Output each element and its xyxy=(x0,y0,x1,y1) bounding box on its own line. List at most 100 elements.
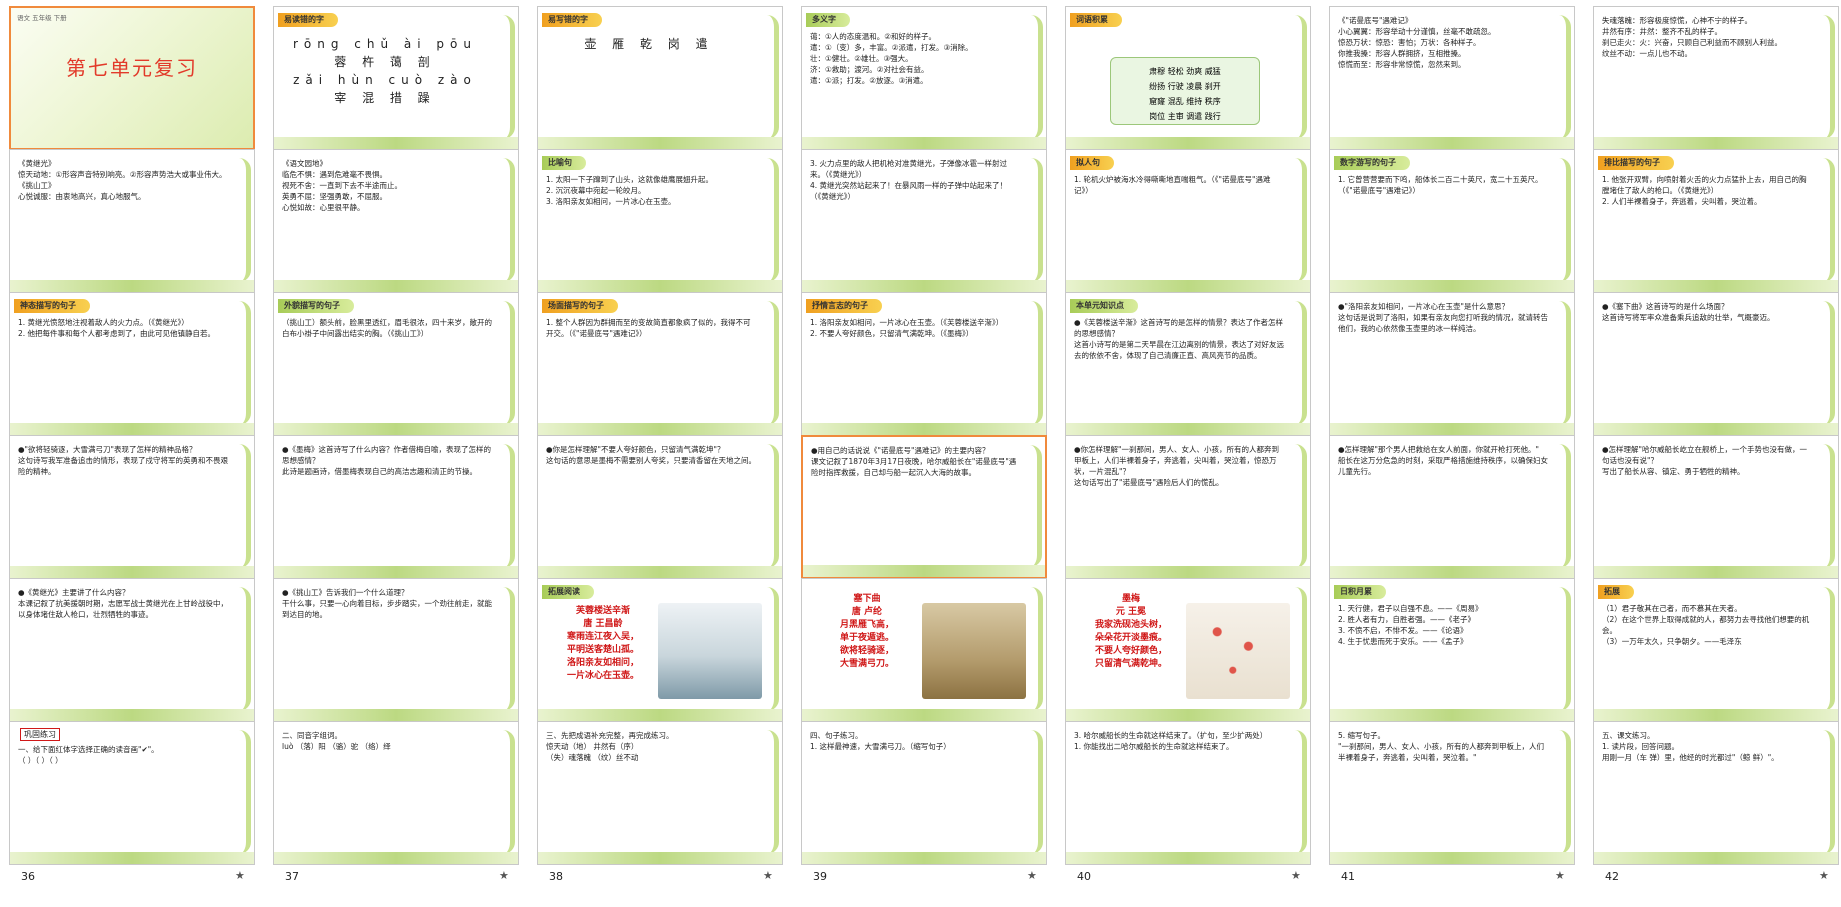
vine-decoration xyxy=(1025,730,1043,854)
grass-decoration xyxy=(10,852,254,864)
slide-thumbnail[interactable]: 二、同音字组词。 luò （落）阳 （骆）驼 （络）绎 xyxy=(273,721,519,865)
slide-number: 37 xyxy=(285,870,299,883)
slide-thumbnail[interactable]: ●《挑山工》告诉我们一个什么道理？ 干什么事，只要一心向着目标，步步踏实，一个劲… xyxy=(273,578,519,722)
slide-body-text: ●用自己的话说说《"诺曼底号"遇难记》的主要内容？ 课文记叙了1870年3月17… xyxy=(811,446,1017,477)
slide-thumbnail[interactable]: ●你怎样理解"一刹那间，男人、女人、小孩，所有的人都奔到甲板上，人们半裸着身子，… xyxy=(1065,435,1311,579)
grass-decoration xyxy=(1330,137,1574,149)
vine-decoration xyxy=(1817,730,1835,854)
slide-thumbnail[interactable]: 五、课文练习。 1. 读片段，回答问题。 用刚一月（车 弹）里，他经的时光都过"… xyxy=(1593,721,1839,865)
animation-star-icon[interactable]: ★ xyxy=(1291,869,1301,882)
grass-decoration xyxy=(802,709,1046,721)
slide-thumbnail[interactable]: 多义字 蔼：①人的态度温和。②和好的样子。 遣：①（变）多，丰富。②派遣，打发。③… xyxy=(801,6,1047,150)
vine-decoration xyxy=(233,730,251,854)
slide-thumbnail[interactable]: ●"洛阳亲友如相问，一片冰心在玉壶"是什么意思？ 这句话是说到了洛阳，如果有亲友… xyxy=(1329,292,1575,436)
slide-body-text: ●《芙蓉楼送辛渐》这首诗写的是怎样的情景？表达了作者怎样的思想感情？ 这首小诗写… xyxy=(1074,318,1284,360)
slide-section-tag: 抒情言志的句子 xyxy=(806,299,882,313)
slide-thumbnail[interactable]: ●《黄继光》主要讲了什么内容？ 本课记叙了抗美援朝时期，志愿军战士黄继光在上甘岭… xyxy=(9,578,255,722)
grass-decoration xyxy=(538,137,782,149)
grass-decoration xyxy=(274,852,518,864)
animation-star-icon[interactable]: ★ xyxy=(499,869,509,882)
slide-thumbnail[interactable]: 日积月累 1. 天行健，君子以自强不息。——《周易》 2. 胜人者有力，自胜者强。… xyxy=(1329,578,1575,722)
slide-thumbnail[interactable]: 巩固练习 一、给下面红体字选择正确的读音画"✔"。 （ ）（ ）（ ） xyxy=(9,721,255,865)
slide-thumbnail[interactable]: 比喻句 1. 太阳一下子蹿到了山头，这就像雄鹰展翅升起。 2. 沉沉夜幕中宛起一轮… xyxy=(537,149,783,293)
slide-section-tag: 神态描写的句子 xyxy=(14,299,90,313)
exercise-label: 巩固练习 xyxy=(20,728,60,741)
slide-body-text: ●《黄继光》主要讲了什么内容？ 本课记叙了抗美援朝时期，志愿军战士黄继光在上甘岭… xyxy=(18,588,228,619)
slide-thumbnail[interactable]: 神态描写的句子 1. 黄继光愤怒地注视着敌人的火力点。（《黄继光》） 2. 他把每… xyxy=(9,292,255,436)
slide-thumbnail[interactable]: ●用自己的话说说《"诺曼底号"遇难记》的主要内容？ 课文记叙了1870年3月17… xyxy=(801,435,1047,579)
slide-thumbnail[interactable]: 排比描写的句子 1. 他张开双臂，向喷射着火舌的火力点猛扑上去，用自己的胸膛堵住了… xyxy=(1593,149,1839,293)
grass-decoration xyxy=(1330,852,1574,864)
slide-body-text: 1. 太阳一下子蹿到了山头，这就像雄鹰展翅升起。 2. 沉沉夜幕中宛起一轮皎月。… xyxy=(546,175,714,206)
slide-body-text: 1. 黄继光愤怒地注视着敌人的火力点。（《黄继光》） 2. 他把每件事和每个人都… xyxy=(18,318,216,338)
grass-decoration xyxy=(1594,852,1838,864)
slide-body-text: ●"洛阳亲友如相问，一片冰心在玉壶"是什么意思？ 这句话是说到了洛阳，如果有亲友… xyxy=(1338,302,1548,333)
animation-star-icon[interactable]: ★ xyxy=(235,869,245,882)
slide-thumbnail[interactable]: 3. 火力点里的敌人把机枪对准黄继光，子弹像冰雹一样射过来。（《黄继光》） 4.… xyxy=(801,149,1047,293)
slide-thumbnail[interactable]: ●怎样理解"那个男人把救给在女人前面，你就开枪打死他。" 船长在这万分危急的时刻… xyxy=(1329,435,1575,579)
slide-thumbnail[interactable]: 四、句子练习。 1. 这样最神速，大雪满弓刀。（缩写句子） xyxy=(801,721,1047,865)
grass-decoration xyxy=(802,423,1046,435)
slide-thumbnail[interactable]: 词语积累 肃穆 轻松 劲爽 威猛 纷扬 行驶 凌晨 刹开 窟窿 混乱 维持 秩序 … xyxy=(1065,6,1311,150)
slide-thumbnail[interactable]: 语文 五年级 下册 第七单元复习 xyxy=(9,6,255,150)
animation-star-icon[interactable]: ★ xyxy=(1819,869,1829,882)
slide-body-text: 蔼：①人的态度温和。②和好的样子。 遣：①（变）多，丰富。②派遣，打发。③消除。… xyxy=(810,32,973,85)
slide-thumbnail[interactable]: ●怎样理解"哈尔威船长屹立在舰桥上，一个手势也没有做，一句话也没有说"？ 写出了… xyxy=(1593,435,1839,579)
animation-star-icon[interactable]: ★ xyxy=(1555,869,1565,882)
slide-thumbnail[interactable]: 易写错的字壶 雁 乾 岗 遣 xyxy=(537,6,783,150)
slide-thumbnail[interactable]: ●《墨梅》这首诗写了什么内容？作者借梅自喻，表现了怎样的思想感情？ 此诗是题画诗… xyxy=(273,435,519,579)
slide-thumbnail[interactable]: 外貌描写的句子 （挑山工）额头前，脸黑里透红，眉毛很浓，四十来岁，敞开的白布小褂子… xyxy=(273,292,519,436)
animation-star-icon[interactable]: ★ xyxy=(1027,869,1037,882)
slide-thumbnail[interactable]: 《"诺曼底号"遇难记》 小心翼翼：形容举动十分谨慎，丝毫不敢疏忽。 惊恐万状：惊… xyxy=(1329,6,1575,150)
vine-decoration xyxy=(497,15,515,139)
slide-thumbnail[interactable]: 塞下曲 唐 卢纶 月黑雁飞高， 单于夜遁逃。 欲将轻骑逐， 大雪满弓刀。 xyxy=(801,578,1047,722)
slide-body-text: ●《塞下曲》这首诗写的是什么场面？ 这首诗写将军率众准备乘兵追敌的壮举，气概豪迈… xyxy=(1602,302,1775,322)
grass-decoration xyxy=(274,137,518,149)
slide-thumbnail[interactable]: 《语文园地》 临危不惧：遇到危难毫不畏惧。 视死不舍：一直到下去不半途而止。 英… xyxy=(273,149,519,293)
vine-decoration xyxy=(761,15,779,139)
slide-thumbnail[interactable]: 3. 哈尔威船长的生命就这样结束了。（扩句，至少扩两处） 1. 你能找出二哈尔威… xyxy=(1065,721,1311,865)
slide-section-tag: 易写错的字 xyxy=(542,13,602,27)
slide-body-text: 《黄继光》 惊天动地：①形容声音特别响亮。②形容声势浩大或事业伟大。 《挑山工》… xyxy=(18,159,227,201)
animation-star-icon[interactable]: ★ xyxy=(763,869,773,882)
slide-thumbnail[interactable]: 本单元知识点 ●《芙蓉楼送辛渐》这首诗写的是怎样的情景？表达了作者怎样的思想感情？… xyxy=(1065,292,1311,436)
slide-thumbnail[interactable]: 失魂落魄：形容极度惊慌，心神不宁的样子。 井然有序：井然：整齐不乱的样子。 刹已… xyxy=(1593,6,1839,150)
slide-thumbnail[interactable]: 数字游写的句子 1. 它曾营营要而下鸣，船体长二百二十英尺，宽二十五英尺。（《"诺… xyxy=(1329,149,1575,293)
slide-slot: 四、句子练习。 1. 这样最神速，大雪满弓刀。（缩写句子） 39 ★ xyxy=(801,721,1065,889)
grass-decoration xyxy=(1594,137,1838,149)
grass-decoration xyxy=(1594,709,1838,721)
vine-decoration xyxy=(1289,587,1307,711)
slide-section-tag: 比喻句 xyxy=(542,156,586,170)
vine-decoration xyxy=(497,158,515,282)
slide-thumbnail[interactable]: 拟人句 1. 轮机火炉被海水冷得嘶嘶地直喘粗气。（《"诺曼底号"遇难记》） xyxy=(1065,149,1311,293)
vine-decoration xyxy=(1817,15,1835,139)
slide-body-text: 1. 天行健，君子以自强不息。——《周易》 2. 胜人者有力，自胜者强。——《老… xyxy=(1338,604,1483,646)
slide-thumbnail[interactable]: ●《塞下曲》这首诗写的是什么场面？ 这首诗写将军率众准备乘兵追敌的壮举，气概豪迈… xyxy=(1593,292,1839,436)
slide-thumbnail[interactable]: 抒情言志的句子 1. 洛阳亲友如相问，一片冰心在玉壶。（《芙蓉楼送辛渐》） 2. … xyxy=(801,292,1047,436)
slide-body-text: ●《挑山工》告诉我们一个什么道理？ 干什么事，只要一心向着目标，步步踏实，一个劲… xyxy=(282,588,492,619)
slide-body-text: ●"欲将轻骑逐，大雪满弓刀"表现了怎样的精神品格？ 这句诗写我军准备追击的情形，… xyxy=(18,445,228,476)
slide-thumbnail[interactable]: 拓展 （1）君子敬其在己者，而不慕其在天者。 （2）在这个世界上取得成就的人，都努… xyxy=(1593,578,1839,722)
grass-decoration xyxy=(274,280,518,292)
slide-thumbnail[interactable]: 5. 缩写句子。 "一刹那间，男人、女人、小孩，所有的人都奔到甲板上，人们半裸着… xyxy=(1329,721,1575,865)
slide-thumbnail[interactable]: 拓展阅读 芙蓉楼送辛渐 唐 王昌龄 寒雨连江夜入吴， 平明送客楚山孤。 洛阳亲友如… xyxy=(537,578,783,722)
grass-decoration xyxy=(1066,137,1310,149)
grass-decoration xyxy=(10,709,254,721)
slide-thumbnail[interactable]: 易读错的字 rōng chǔ ài pōu 蓉 杵 蔼 剖 zǎi hùn cuò… xyxy=(273,6,519,150)
slide-slot: 巩固练习 一、给下面红体字选择正确的读音画"✔"。 （ ）（ ）（ ） 36 ★ xyxy=(9,721,273,889)
grass-decoration xyxy=(802,852,1046,864)
slide-thumbnail[interactable]: ●"欲将轻骑逐，大雪满弓刀"表现了怎样的精神品格？ 这句诗写我军准备追击的情形，… xyxy=(9,435,255,579)
vine-decoration xyxy=(1553,587,1571,711)
slide-body-text: 1. 整个人群因为群拥而至的变故简直都象疯了似的，我得不可开交。（《"诺曼底号"… xyxy=(546,318,751,338)
slide-thumbnail[interactable]: ●你是怎样理解"不要人夸好颜色，只留清气满乾坤"？ 这句话的意思是墨梅不需要别人… xyxy=(537,435,783,579)
slide-thumbnail[interactable]: 《黄继光》 惊天动地：①形容声音特别响亮。②形容声势浩大或事业伟大。 《挑山工》… xyxy=(9,149,255,293)
slide-thumbnail[interactable]: 场面描写的句子 1. 整个人群因为群拥而至的变故简直都象疯了似的，我得不可开交。（… xyxy=(537,292,783,436)
grass-decoration xyxy=(10,423,254,435)
grass-decoration xyxy=(1330,566,1574,578)
vine-decoration xyxy=(761,444,779,568)
grass-decoration xyxy=(803,565,1045,577)
slide-thumbnail[interactable]: 墨梅 元 王冕 我家洗砚池头树， 朵朵花开淡墨痕。 不要人夸好颜色， 只留清气满… xyxy=(1065,578,1311,722)
slide-thumbnail[interactable]: 三、先把成语补充完整，再完成练习。 惊天动（地） 井然有（序） （失）魂落魄 （… xyxy=(537,721,783,865)
char-pinyin-table: 壶 雁 乾 岗 遣 xyxy=(584,37,714,51)
grass-decoration xyxy=(1330,423,1574,435)
